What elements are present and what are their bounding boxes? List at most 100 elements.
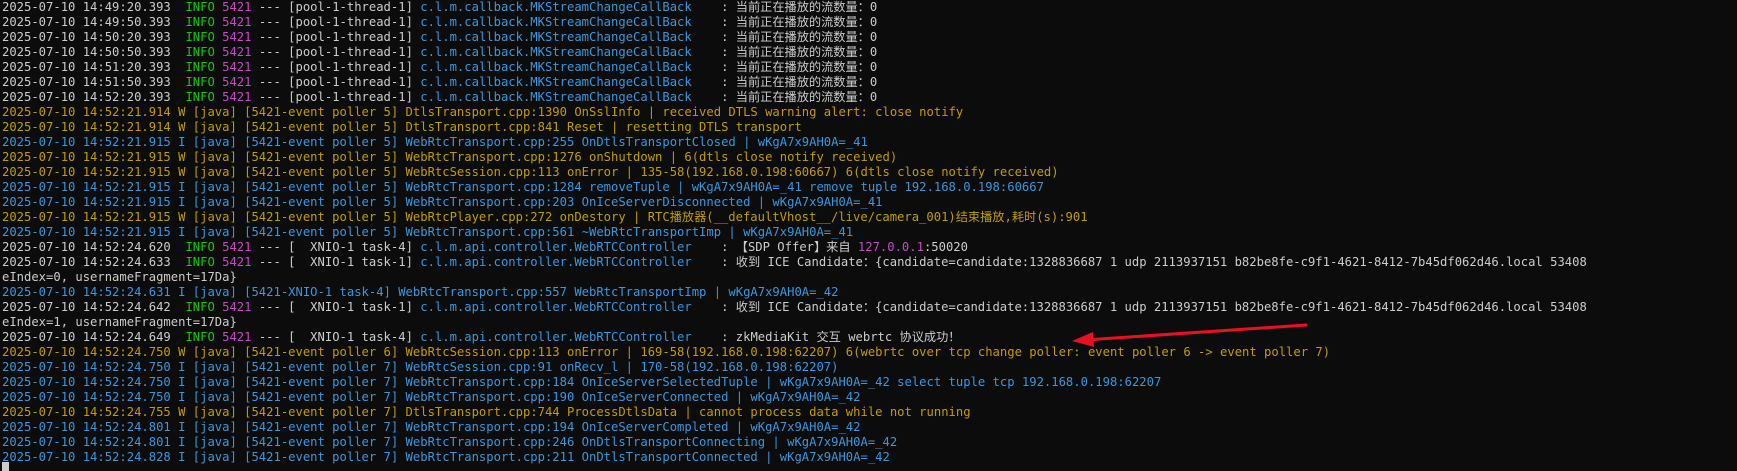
- log-segment-message: : 当前正在播放的流数量：0: [721, 30, 878, 44]
- log-segment-message: : 当前正在播放的流数量：0: [721, 45, 878, 59]
- log-segment-info: INFO: [185, 75, 223, 89]
- log-segment-info-line: 2025-07-10 14:52:21.915 I [java] [5421-e…: [2, 195, 883, 209]
- log-segment-info: INFO: [185, 240, 223, 254]
- log-segment-info: INFO: [185, 15, 223, 29]
- log-segment-message: : zkMediaKit 交互 webrtc 协议成功！: [721, 330, 961, 344]
- log-segment-warn-line: 2025-07-10 14:52:21.915 W [java] [5421-e…: [2, 165, 1059, 179]
- log-segment-warn-line: 2025-07-10 14:52:24.750 W [java] [5421-e…: [2, 345, 1331, 359]
- log-segment-logger: c.l.m.callback.MKStreamChangeCallBack: [420, 45, 722, 59]
- log-segment-thread: --- [ XNIO-1 task-1]: [251, 300, 421, 314]
- log-line: 2025-07-10 14:52:21.915 I [java] [5421-e…: [2, 180, 1737, 195]
- log-segment-logger: c.l.m.callback.MKStreamChangeCallBack: [420, 60, 722, 74]
- log-segment-timestamp: 2025-07-10 14:52:24.649: [2, 330, 186, 344]
- log-segment-info: INFO: [185, 45, 223, 59]
- log-segment-timestamp: 2025-07-10 14:51:50.393: [2, 75, 186, 89]
- log-segment-info: INFO: [185, 300, 223, 314]
- log-line: 2025-07-10 14:52:24.620 INFO 5421 --- [ …: [2, 240, 1737, 255]
- log-segment-ip: 127.0.0.1: [857, 240, 924, 254]
- log-line: 2025-07-10 14:52:24.750 I [java] [5421-e…: [2, 375, 1737, 390]
- log-segment-timestamp: 2025-07-10 14:51:20.393: [2, 60, 186, 74]
- log-segment-info-line: 2025-07-10 14:52:24.750 I [java] [5421-e…: [2, 390, 861, 404]
- log-line: 2025-07-10 14:52:24.801 I [java] [5421-e…: [2, 420, 1737, 435]
- log-segment-message: : 当前正在播放的流数量：0: [721, 90, 878, 104]
- log-segment-info-line: 2025-07-10 14:52:24.631 I [java] [5421-X…: [2, 285, 839, 299]
- log-line: 2025-07-10 14:49:50.393 INFO 5421 --- [p…: [2, 15, 1737, 30]
- log-line: 2025-07-10 14:52:21.915 I [java] [5421-e…: [2, 195, 1737, 210]
- terminal-output[interactable]: 2025-07-10 14:49:20.393 INFO 5421 --- [p…: [2, 0, 1737, 471]
- log-line: 2025-07-10 14:51:20.393 INFO 5421 --- [p…: [2, 60, 1737, 75]
- log-segment-message: : 当前正在播放的流数量：0: [721, 15, 878, 29]
- log-segment-logger: c.l.m.callback.MKStreamChangeCallBack: [420, 15, 722, 29]
- log-segment-message: :50020: [923, 240, 968, 254]
- log-segment-timestamp: 2025-07-10 14:49:20.393: [2, 0, 186, 14]
- log-line: 2025-07-10 14:52:21.914 W [java] [5421-e…: [2, 105, 1737, 120]
- log-segment-warn-line: 2025-07-10 14:52:21.914 W [java] [5421-e…: [2, 120, 802, 134]
- log-line: 2025-07-10 14:52:24.649 INFO 5421 --- [ …: [2, 330, 1737, 345]
- log-segment-thread: --- [ XNIO-1 task-4]: [251, 330, 421, 344]
- log-segment-message: eIndex=0, usernameFragment=17Da}: [2, 270, 237, 284]
- log-segment-thread: --- [pool-1-thread-1]: [251, 45, 421, 59]
- log-segment-message: : 当前正在播放的流数量：0: [721, 60, 878, 74]
- log-line: eIndex=1, usernameFragment=17Da}: [2, 315, 1737, 330]
- log-segment-pid: 5421: [222, 15, 252, 29]
- log-segment-logger: c.l.m.api.controller.WebRTCController: [420, 240, 722, 254]
- log-segment-info-line: 2025-07-10 14:52:24.750 I [java] [5421-e…: [2, 360, 839, 374]
- log-segment-message: : 收到 ICE Candidate：{candidate=candidate:…: [721, 300, 1587, 314]
- log-line: 2025-07-10 14:52:21.915 W [java] [5421-e…: [2, 165, 1737, 180]
- log-segment-logger: c.l.m.callback.MKStreamChangeCallBack: [420, 0, 722, 14]
- log-line: 2025-07-10 14:51:50.393 INFO 5421 --- [p…: [2, 75, 1737, 90]
- log-segment-message: : 【SDP Offer】来自: [721, 240, 858, 254]
- log-segment-message: : 当前正在播放的流数量：0: [721, 75, 878, 89]
- log-segment-thread: --- [pool-1-thread-1]: [251, 15, 421, 29]
- log-segment-info-line: 2025-07-10 14:52:24.801 I [java] [5421-e…: [2, 435, 898, 449]
- log-segment-info-line: 2025-07-10 14:52:24.750 I [java] [5421-e…: [2, 375, 1162, 389]
- log-segment-info: INFO: [185, 330, 223, 344]
- log-segment-pid: 5421: [222, 0, 252, 14]
- log-segment-pid: 5421: [222, 30, 252, 44]
- log-line: 2025-07-10 14:52:24.755 W [java] [5421-e…: [2, 405, 1737, 420]
- log-line: 2025-07-10 14:52:24.750 I [java] [5421-e…: [2, 360, 1737, 375]
- log-segment-pid: 5421: [222, 300, 252, 314]
- log-segment-warn-line: 2025-07-10 14:52:21.915 W [java] [5421-e…: [2, 210, 1088, 224]
- log-segment-timestamp: 2025-07-10 14:50:50.393: [2, 45, 186, 59]
- log-segment-logger: c.l.m.callback.MKStreamChangeCallBack: [420, 75, 722, 89]
- log-line: 2025-07-10 14:52:24.642 INFO 5421 --- [ …: [2, 300, 1737, 315]
- log-line: 2025-07-10 14:52:24.750 I [java] [5421-e…: [2, 390, 1737, 405]
- log-line: 2025-07-10 14:52:24.631 I [java] [5421-X…: [2, 285, 1737, 300]
- log-line: 2025-07-10 14:49:20.393 INFO 5421 --- [p…: [2, 0, 1737, 15]
- log-segment-info: INFO: [185, 0, 223, 14]
- log-segment-info: INFO: [185, 255, 223, 269]
- log-segment-info-line: 2025-07-10 14:52:24.801 I [java] [5421-e…: [2, 420, 861, 434]
- log-segment-timestamp: 2025-07-10 14:52:24.642: [2, 300, 186, 314]
- log-line: 2025-07-10 14:52:24.828 I [java] [5421-e…: [2, 450, 1737, 465]
- log-segment-pid: 5421: [222, 240, 252, 254]
- log-line: 2025-07-10 14:52:24.801 I [java] [5421-e…: [2, 435, 1737, 450]
- log-segment-timestamp: 2025-07-10 14:52:20.393: [2, 90, 186, 104]
- log-line: 2025-07-10 14:52:21.915 W [java] [5421-e…: [2, 210, 1737, 225]
- log-line: 2025-07-10 14:50:20.393 INFO 5421 --- [p…: [2, 30, 1737, 45]
- log-segment-message: : 收到 ICE Candidate：{candidate=candidate:…: [721, 255, 1587, 269]
- log-segment-thread: --- [pool-1-thread-1]: [251, 0, 421, 14]
- log-segment-timestamp: 2025-07-10 14:49:50.393: [2, 15, 186, 29]
- log-line: 2025-07-10 14:52:24.750 W [java] [5421-e…: [2, 345, 1737, 360]
- log-segment-message: eIndex=1, usernameFragment=17Da}: [2, 315, 237, 329]
- log-segment-pid: 5421: [222, 60, 252, 74]
- log-segment-timestamp: 2025-07-10 14:52:24.633: [2, 255, 186, 269]
- log-segment-thread: --- [pool-1-thread-1]: [251, 90, 421, 104]
- log-segment-warn-line: 2025-07-10 14:52:24.755 W [java] [5421-e…: [2, 405, 971, 419]
- log-segment-info: INFO: [185, 60, 223, 74]
- log-line: 2025-07-10 14:52:24.633 INFO 5421 --- [ …: [2, 255, 1737, 270]
- log-segment-logger: c.l.m.api.controller.WebRTCController: [420, 300, 722, 314]
- log-segment-info: INFO: [185, 30, 223, 44]
- log-line: 2025-07-10 14:52:21.914 W [java] [5421-e…: [2, 120, 1737, 135]
- log-segment-thread: --- [ XNIO-1 task-1]: [251, 255, 421, 269]
- log-line: 2025-07-10 14:52:21.915 I [java] [5421-e…: [2, 225, 1737, 240]
- log-segment-logger: c.l.m.callback.MKStreamChangeCallBack: [420, 30, 722, 44]
- log-line: 2025-07-10 14:52:21.915 W [java] [5421-e…: [2, 150, 1737, 165]
- log-segment-pid: 5421: [222, 90, 252, 104]
- log-segment-warn-line: 2025-07-10 14:52:21.914 W [java] [5421-e…: [2, 105, 964, 119]
- log-segment-thread: --- [ XNIO-1 task-4]: [251, 240, 421, 254]
- log-segment-timestamp: 2025-07-10 14:50:20.393: [2, 30, 186, 44]
- log-line: 2025-07-10 14:52:20.393 INFO 5421 --- [p…: [2, 90, 1737, 105]
- log-segment-pid: 5421: [222, 330, 252, 344]
